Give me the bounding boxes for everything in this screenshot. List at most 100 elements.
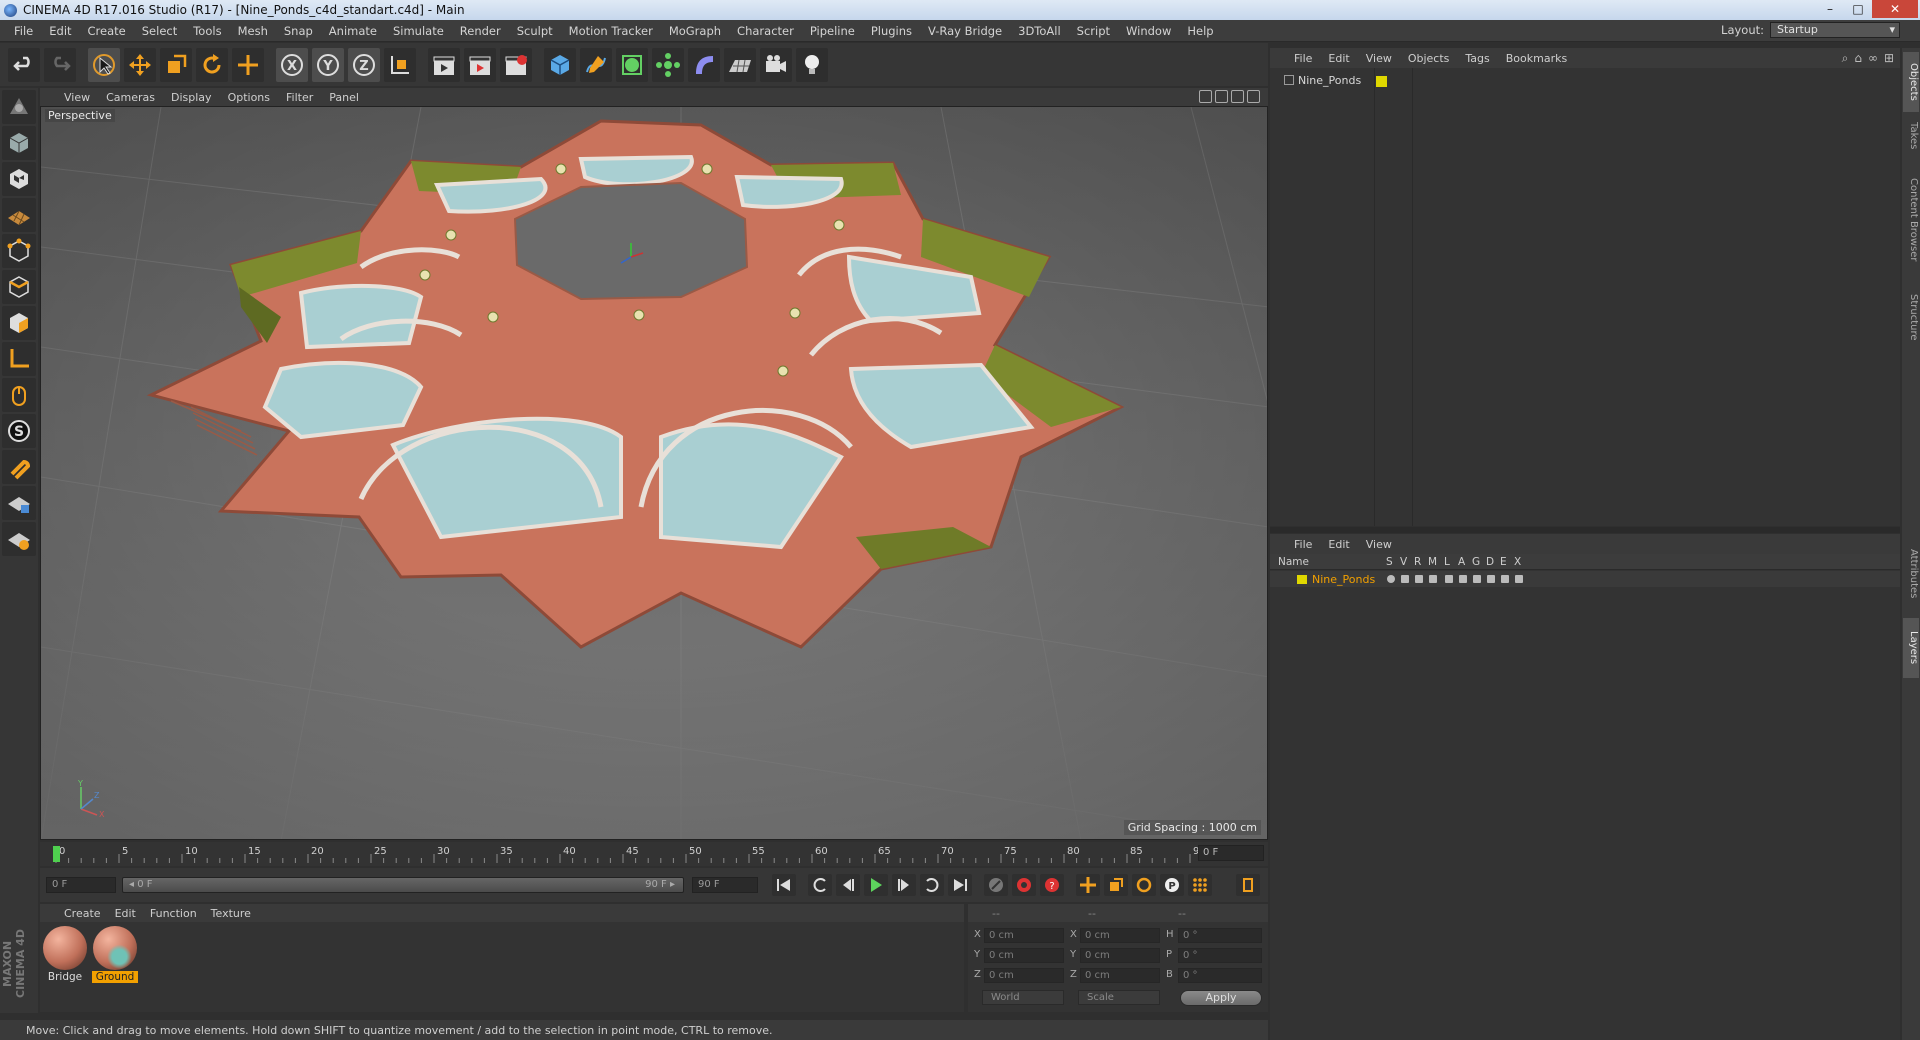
menu-mesh[interactable]: Mesh xyxy=(230,24,276,38)
record-active-objects-button[interactable] xyxy=(984,874,1008,896)
workplane-lock-button[interactable] xyxy=(2,486,36,520)
layout-dropdown[interactable]: Startup xyxy=(1770,22,1900,38)
col-solo[interactable]: S xyxy=(1386,556,1393,568)
position-key-button[interactable] xyxy=(1076,874,1100,896)
viewport-menu-panel[interactable]: Panel xyxy=(329,91,359,104)
position-y-field[interactable]: 0 cm xyxy=(984,948,1064,963)
next-frame-button[interactable] xyxy=(892,874,916,896)
tab-attributes[interactable]: Attributes xyxy=(1903,534,1919,614)
viewport-menu-display[interactable]: Display xyxy=(171,91,212,104)
menu-window[interactable]: Window xyxy=(1118,24,1179,38)
magnet-button[interactable] xyxy=(2,450,36,484)
menu-plugins[interactable]: Plugins xyxy=(863,24,920,38)
object-row-nine-ponds[interactable]: Nine_Ponds xyxy=(1274,72,1361,88)
new-panel-icon[interactable]: ⊞ xyxy=(1884,51,1894,66)
redo-button[interactable] xyxy=(44,47,76,82)
coordinate-system-button[interactable] xyxy=(384,47,416,82)
timeline-window-button[interactable] xyxy=(1236,874,1260,896)
material-menu-function[interactable]: Function xyxy=(150,907,197,920)
lm-menu-edit[interactable]: Edit xyxy=(1328,538,1349,551)
menu-pipeline[interactable]: Pipeline xyxy=(802,24,863,38)
previous-key-button[interactable] xyxy=(808,874,832,896)
home-icon[interactable]: ⌂ xyxy=(1854,51,1862,66)
material-menu-create[interactable]: Create xyxy=(64,907,101,920)
subdivision-surface-button[interactable] xyxy=(616,47,648,82)
go-to-end-button[interactable] xyxy=(948,874,972,896)
size-y-field[interactable]: 0 cm xyxy=(1080,948,1160,963)
model-mode-button[interactable] xyxy=(2,126,36,160)
om-menu-file[interactable]: File xyxy=(1294,52,1312,65)
close-button[interactable]: ✕ xyxy=(1872,0,1918,18)
menu-render[interactable]: Render xyxy=(452,24,509,38)
deformer-toggle-icon[interactable] xyxy=(1487,575,1495,583)
menu-vray-bridge[interactable]: V-Ray Bridge xyxy=(920,24,1010,38)
lock-toggle-icon[interactable] xyxy=(1445,575,1453,583)
viewport-menu-cameras[interactable]: Cameras xyxy=(106,91,155,104)
menu-3dtoall[interactable]: 3DToAll xyxy=(1010,24,1069,38)
search-icon[interactable]: ⌕ xyxy=(1842,51,1849,66)
maximize-button[interactable]: □ xyxy=(1844,0,1872,18)
expression-toggle-icon[interactable] xyxy=(1501,575,1509,583)
animation-toggle-icon[interactable] xyxy=(1459,575,1467,583)
z-axis-lock-button[interactable]: Z xyxy=(348,47,380,82)
workplane-align-button[interactable] xyxy=(2,522,36,556)
col-visible[interactable]: V xyxy=(1400,556,1407,568)
menu-character[interactable]: Character xyxy=(729,24,802,38)
end-frame-field[interactable]: 90 F xyxy=(692,877,758,893)
position-z-field[interactable]: 0 cm xyxy=(984,968,1064,983)
cloner-button[interactable] xyxy=(652,47,684,82)
deformer-button[interactable] xyxy=(688,47,720,82)
maximize-view-icon[interactable] xyxy=(1247,90,1260,103)
parameter-key-button[interactable]: P xyxy=(1160,874,1184,896)
generator-toggle-icon[interactable] xyxy=(1473,575,1481,583)
render-view-button[interactable] xyxy=(428,47,460,82)
next-key-button[interactable] xyxy=(920,874,944,896)
menu-simulate[interactable]: Simulate xyxy=(385,24,452,38)
material-menu-texture[interactable]: Texture xyxy=(211,907,251,920)
material-swatch-bridge[interactable]: Bridge xyxy=(42,926,88,984)
om-menu-edit[interactable]: Edit xyxy=(1328,52,1349,65)
col-render[interactable]: R xyxy=(1414,556,1421,568)
menu-create[interactable]: Create xyxy=(80,24,134,38)
om-menu-objects[interactable]: Objects xyxy=(1408,52,1450,65)
axis-mode-button[interactable] xyxy=(2,342,36,376)
zoom-view-icon[interactable] xyxy=(1215,90,1228,103)
rotation-p-field[interactable]: 0 ° xyxy=(1178,948,1262,963)
cube-primitive-button[interactable] xyxy=(544,47,576,82)
live-selection-button[interactable] xyxy=(88,47,120,82)
point-level-animation-button[interactable] xyxy=(1188,874,1212,896)
link-icon[interactable]: ∞ xyxy=(1868,51,1878,66)
menu-animate[interactable]: Animate xyxy=(321,24,385,38)
layer-color-tag[interactable] xyxy=(1376,76,1387,87)
play-forward-button[interactable] xyxy=(864,874,888,896)
viewport-menu-view[interactable]: View xyxy=(64,91,90,104)
viewport-menu-options[interactable]: Options xyxy=(228,91,270,104)
menu-file[interactable]: File xyxy=(6,24,41,38)
om-menu-view[interactable]: View xyxy=(1366,52,1392,65)
playhead[interactable] xyxy=(53,846,60,862)
render-to-picture-viewer-button[interactable] xyxy=(464,47,496,82)
make-editable-button[interactable] xyxy=(2,90,36,124)
y-axis-lock-button[interactable]: Y xyxy=(312,47,344,82)
solo-toggle-icon[interactable] xyxy=(1387,575,1395,583)
tab-objects[interactable]: Objects xyxy=(1903,52,1919,112)
menu-help[interactable]: Help xyxy=(1179,24,1221,38)
perspective-viewport[interactable]: Perspective Grid Spacing : 1000 cm Y X Z xyxy=(40,106,1268,840)
snapping-button[interactable]: S xyxy=(2,414,36,448)
panel-divider[interactable] xyxy=(1270,527,1900,533)
minimize-button[interactable]: – xyxy=(1816,0,1844,18)
texture-mode-button[interactable] xyxy=(2,162,36,196)
col-expressions[interactable]: E xyxy=(1500,556,1507,568)
undo-button[interactable] xyxy=(8,47,40,82)
keyframe-selection-button[interactable]: ? xyxy=(1040,874,1064,896)
menu-script[interactable]: Script xyxy=(1069,24,1118,38)
start-frame-field[interactable]: 0 F xyxy=(46,877,116,893)
col-xref[interactable]: X xyxy=(1514,556,1521,568)
autokeying-button[interactable] xyxy=(1012,874,1036,896)
timeline-ruler[interactable]: 051015202530354045505560657075808590 0 F xyxy=(40,842,1268,866)
scale-tool-button[interactable] xyxy=(160,47,192,82)
x-axis-lock-button[interactable]: X xyxy=(276,47,308,82)
render-settings-button[interactable] xyxy=(500,47,532,82)
tweak-mode-button[interactable] xyxy=(2,378,36,412)
menu-mograph[interactable]: MoGraph xyxy=(661,24,729,38)
